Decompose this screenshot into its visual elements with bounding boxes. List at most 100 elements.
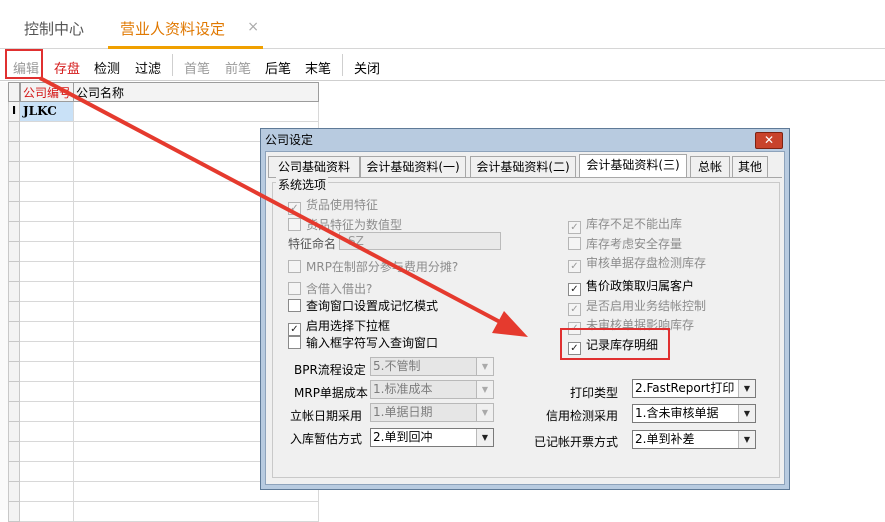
grid-cell-company-code[interactable]	[20, 482, 74, 502]
checkbox-box: ✓	[568, 303, 581, 316]
grid-cell-company-code[interactable]	[20, 422, 74, 442]
close-button[interactable]: 关闭	[354, 58, 380, 77]
grid-cell-company-code[interactable]	[20, 162, 74, 182]
row-header[interactable]	[8, 462, 20, 482]
query-memory-checkbox[interactable]: 查询窗口设置成记忆模式	[288, 298, 438, 314]
bpr-select[interactable]: 5.不管制 ▼	[370, 357, 494, 376]
grid-cell-company-code[interactable]	[20, 262, 74, 282]
column-header-company-name[interactable]: 公司名称	[73, 82, 319, 102]
grid-cell-company-code[interactable]	[20, 442, 74, 462]
grid-cell-company-code[interactable]	[20, 462, 74, 482]
row-header[interactable]	[8, 362, 20, 382]
row-header[interactable]	[8, 122, 20, 142]
tab-other[interactable]: 其他	[732, 156, 768, 177]
row-header[interactable]	[8, 202, 20, 222]
next-record-button[interactable]: 后笔	[265, 58, 291, 77]
close-icon[interactable]: ✕	[755, 132, 783, 149]
row-header[interactable]	[8, 502, 20, 522]
grid-cell-company-code[interactable]	[20, 122, 74, 142]
row-header[interactable]: I	[8, 102, 20, 122]
grid-cell-company-code[interactable]	[20, 402, 74, 422]
print-type-label: 打印类型	[570, 386, 619, 400]
last-record-button[interactable]: 末笔	[305, 58, 331, 77]
row-header[interactable]	[8, 142, 20, 162]
grid-cell-company-name[interactable]	[74, 102, 319, 122]
checkbox-box	[288, 260, 301, 273]
tab-company-basic[interactable]: 公司基础资料	[268, 156, 360, 177]
input-query-checkbox[interactable]: 输入框字符写入查询窗口	[288, 335, 438, 351]
row-header[interactable]	[8, 262, 20, 282]
row-header[interactable]	[8, 322, 20, 342]
first-record-button[interactable]: 首笔	[184, 58, 210, 77]
dropdown-checkbox[interactable]: ✓ 启用选择下拉框	[288, 318, 390, 336]
print-type-select[interactable]: 2.FastReport打印 ▼	[632, 379, 756, 398]
grid-cell-company-code[interactable]	[20, 242, 74, 262]
grid-cell-company-code[interactable]	[20, 302, 74, 322]
grid-cell-company-code[interactable]	[20, 282, 74, 302]
tab-accounting-basic-2[interactable]: 会计基础资料(二)	[470, 156, 576, 177]
feature-name-input[interactable]: SZ	[339, 232, 501, 250]
grid-cell-company-code[interactable]	[20, 362, 74, 382]
grid-cell-company-code[interactable]: JLKC	[20, 102, 74, 122]
checkbox-box	[288, 218, 301, 231]
account-date-label: 立帐日期采用	[290, 409, 363, 423]
row-header[interactable]	[8, 222, 20, 242]
business-close-checkbox[interactable]: ✓ 是否启用业务结帐控制	[568, 298, 706, 316]
mrp-share-checkbox[interactable]: MRP在制部分参与费用分摊?	[288, 259, 458, 275]
tab-bar: 控制中心 营业人资料设定 ×	[0, 0, 885, 49]
grid-cell-company-code[interactable]	[20, 202, 74, 222]
audit-check-stock-checkbox[interactable]: ✓ 审核单据存盘检测库存	[568, 255, 706, 273]
filter-button[interactable]: 过滤	[135, 58, 161, 77]
tab-control-center[interactable]: 控制中心	[0, 0, 108, 46]
tabstrip-divider	[268, 177, 782, 178]
invoice-select[interactable]: 2.单到补差 ▼	[632, 430, 756, 449]
grid-cell-company-code[interactable]	[20, 502, 74, 522]
temp-estimate-select[interactable]: 2.单到回冲 ▼	[370, 428, 494, 447]
row-header[interactable]	[8, 442, 20, 462]
row-header[interactable]	[8, 282, 20, 302]
mrp-cost-select[interactable]: 1.标准成本 ▼	[370, 380, 494, 399]
check-button[interactable]: 检测	[94, 58, 120, 77]
column-header-company-code[interactable]: 公司编号	[20, 82, 74, 102]
save-button[interactable]: 存盘	[54, 58, 80, 77]
tab-accounting-basic-3[interactable]: 会计基础资料(三)	[579, 154, 687, 177]
row-header[interactable]	[8, 402, 20, 422]
chevron-down-icon: ▼	[738, 431, 755, 448]
tab-accounting-basic-1[interactable]: 会计基础资料(一)	[360, 156, 466, 177]
tab-general-ledger[interactable]: 总帐	[690, 156, 730, 177]
grid-cell-company-code[interactable]	[20, 342, 74, 362]
row-header[interactable]	[8, 162, 20, 182]
borrow-in-out-checkbox[interactable]: 含借入借出?	[288, 281, 372, 297]
row-header[interactable]	[8, 422, 20, 442]
toolbar-divider	[172, 54, 173, 76]
tab-sales-profile[interactable]: 营业人资料设定 ×	[108, 0, 263, 49]
prev-record-button[interactable]: 前笔	[225, 58, 251, 77]
row-header[interactable]	[8, 302, 20, 322]
bpr-label: BPR流程设定	[294, 363, 366, 377]
grid-cell-company-code[interactable]	[20, 222, 74, 242]
row-header[interactable]	[8, 182, 20, 202]
no-negative-stock-checkbox[interactable]: ✓ 库存不足不能出库	[568, 216, 682, 234]
close-icon[interactable]: ×	[247, 0, 259, 56]
grid-cell-company-code[interactable]	[20, 142, 74, 162]
credit-check-select[interactable]: 1.含未审核单据 ▼	[632, 404, 756, 423]
row-header[interactable]	[8, 242, 20, 262]
grid-cell-company-code[interactable]	[20, 382, 74, 402]
goods-features-checkbox[interactable]: ✓ 货品使用特征	[288, 197, 378, 215]
checkbox-box	[568, 237, 581, 250]
price-policy-checkbox[interactable]: ✓ 售价政策取归属客户	[568, 278, 694, 296]
feature-numeric-checkbox[interactable]: 货品特征为数值型	[288, 217, 402, 233]
row-header[interactable]	[8, 382, 20, 402]
grid-cell-company-code[interactable]	[20, 182, 74, 202]
safety-stock-checkbox[interactable]: 库存考虑安全存量	[568, 236, 682, 252]
account-date-select[interactable]: 1.单据日期 ▼	[370, 403, 494, 422]
checkbox-box: ✓	[288, 202, 301, 215]
chevron-down-icon: ▼	[738, 380, 755, 397]
grid-cell-company-code[interactable]	[20, 322, 74, 342]
feature-name-label: 特征命名	[288, 237, 337, 251]
dialog-title: 公司设定	[265, 133, 314, 147]
row-header[interactable]	[8, 342, 20, 362]
chevron-down-icon: ▼	[738, 405, 755, 422]
grid-cell-company-name[interactable]	[74, 502, 319, 522]
row-header[interactable]	[8, 482, 20, 502]
